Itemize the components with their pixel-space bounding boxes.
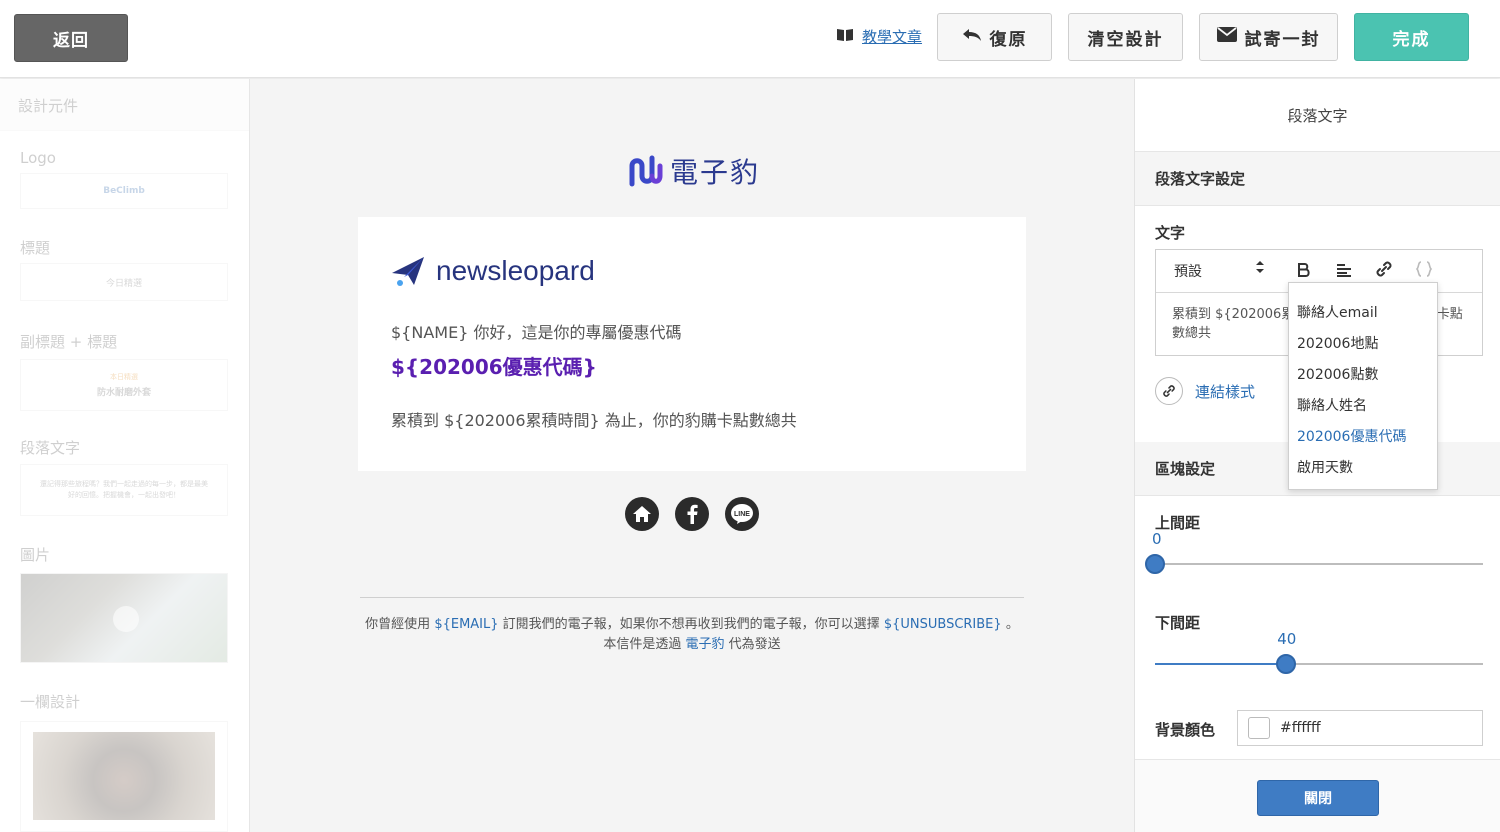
email-canvas: 電子豹 newsleopard ${NAME} 你好，這是你的專屬優惠代碼 ${…: [250, 79, 1134, 832]
footer-text-2: 訂閱我們的電子報，如果你不想再收到我們的電子報，你可以選擇: [502, 617, 880, 632]
palette-paragraph-block[interactable]: 還記得那些旅程嗎？我們一起走過的每一步，都是最美好的回憶。把握機會，一起出發吧！: [20, 464, 228, 516]
back-button[interactable]: 返回: [14, 14, 128, 62]
footer-text-4: 本信件是透過: [603, 637, 682, 652]
test-send-button[interactable]: 試寄一封: [1199, 13, 1338, 61]
palette-image-block[interactable]: [20, 573, 228, 663]
palette-heading-label: 標題: [20, 239, 51, 257]
bottom-padding-handle[interactable]: [1276, 654, 1297, 674]
panel-footer: 關閉: [1135, 759, 1500, 832]
link-style-option[interactable]: 連結樣式: [1155, 377, 1255, 405]
bg-color-input[interactable]: #ffffff: [1237, 710, 1483, 746]
merge-tag-option[interactable]: 202006優惠代碼: [1297, 426, 1406, 446]
footer-line-2: 本信件是透過 電子豹 代為發送: [350, 635, 1034, 655]
footer-brand-link[interactable]: 電子豹: [685, 637, 724, 652]
bg-color-label: 背景顏色: [1155, 721, 1216, 739]
tutorial-link-group[interactable]: 教學文章: [836, 26, 922, 47]
palette-subheading-sample: 防水耐磨外套: [96, 388, 151, 398]
email-footer: 你曾經使用 ${EMAIL} 訂閱我們的電子報，如果你不想再收到我們的電子報，你…: [350, 615, 1034, 655]
palette-paragraph-label: 段落文字: [20, 439, 81, 457]
text-settings-section-header: 段落文字設定: [1135, 152, 1500, 206]
bold-icon[interactable]: [1284, 262, 1324, 281]
greeting-text: ${NAME} 你好，這是你的專屬優惠代碼: [391, 323, 682, 342]
test-send-label: 試寄一封: [1244, 29, 1321, 50]
footer-text-5: 代為發送: [728, 637, 781, 652]
palette-paragraph-sample: 還記得那些旅程嗎？我們一起走過的每一步，都是最美好的回憶。把握機會，一起出發吧！: [40, 480, 208, 499]
clear-design-label: 清空設計: [1087, 29, 1164, 50]
align-left-icon[interactable]: [1324, 262, 1364, 281]
merge-tag-option[interactable]: 202006點數: [1297, 364, 1378, 384]
palette-column-label: 一欄設計: [20, 693, 81, 711]
undo-label: 復原: [989, 29, 1028, 50]
merge-tag-dropdown: NAME 聯絡人email 202006地點 202006點數聯絡人姓名 202006優…: [1288, 282, 1438, 490]
image-icon: [113, 606, 139, 632]
line-icon[interactable]: LINE: [725, 497, 759, 531]
format-select-value: 預設: [1174, 264, 1202, 280]
palette-title: 設計元件: [0, 79, 249, 131]
top-padding-value: 0: [1152, 530, 1162, 548]
component-palette: 設計元件 Logo BeClimb 標題 今日精選 副標題 + 標題 本日精選 …: [0, 79, 250, 832]
social-links: LINE: [625, 497, 759, 531]
undo-button[interactable]: 復原: [937, 13, 1052, 61]
format-select[interactable]: 預設: [1174, 261, 1264, 281]
palette-logo-sample: BeClimb: [103, 186, 145, 196]
merge-tags-icon[interactable]: [1404, 261, 1444, 281]
clear-design-button[interactable]: 清空設計: [1068, 13, 1183, 61]
svg-text:LINE: LINE: [734, 511, 750, 518]
tutorial-link[interactable]: 教學文章: [862, 26, 922, 47]
merge-tag-option[interactable]: 聯絡人email: [1297, 302, 1378, 322]
coupon-code-text: ${202006優惠代碼}: [391, 355, 597, 379]
palette-column-image: [33, 732, 215, 820]
envelope-icon: [1216, 27, 1237, 47]
newsletter-logo: newsleopard: [390, 255, 595, 287]
bottom-padding-value: 40: [1277, 630, 1297, 648]
palette-column-block[interactable]: [20, 721, 228, 832]
merge-tag-option[interactable]: 聯絡人姓名: [1297, 395, 1367, 415]
top-toolbar: 返回 教學文章 復原 清空設計 試寄一封 完成: [0, 0, 1500, 78]
done-button[interactable]: 完成: [1354, 13, 1469, 61]
footer-text-3: 。: [1005, 617, 1019, 632]
paragraph-block-selected[interactable]: newsleopard ${NAME} 你好，這是你的專屬優惠代碼 ${2020…: [358, 217, 1026, 471]
newsletter-logo-text: newsleopard: [436, 255, 595, 286]
merge-tag-option[interactable]: NAME: [1297, 283, 1338, 287]
bg-color-swatch[interactable]: [1248, 717, 1270, 739]
palette-subheading-small: 本日精選: [110, 373, 138, 381]
palette-logo-label: Logo: [20, 149, 56, 167]
top-padding-label: 上間距: [1155, 514, 1201, 532]
link-style-label: 連結樣式: [1195, 382, 1256, 401]
home-icon[interactable]: [625, 497, 659, 531]
footer-unsubscribe-variable[interactable]: ${UNSUBSCRIBE}: [884, 617, 1002, 632]
bottom-padding-slider[interactable]: [1155, 654, 1483, 674]
merge-tag-option[interactable]: 202006地點: [1297, 333, 1378, 353]
close-button[interactable]: 關閉: [1257, 780, 1379, 816]
bottom-padding-fill: [1155, 663, 1287, 665]
palette-heading-block[interactable]: 今日精選: [20, 263, 228, 301]
footer-text-1: 你曾經使用: [365, 617, 431, 632]
bg-color-value: #ffffff: [1280, 720, 1321, 736]
accumulated-points-text: 累積到 ${202006累積時間} 為止，你的豹購卡點數總共: [391, 411, 797, 430]
merge-tag-option[interactable]: 啟用天數: [1297, 457, 1353, 477]
text-label: 文字: [1155, 224, 1186, 242]
link-icon[interactable]: [1364, 260, 1404, 282]
palette-heading-sample: 今日精選: [105, 278, 142, 289]
footer-line-1: 你曾經使用 ${EMAIL} 訂閱我們的電子報，如果你不想再收到我們的電子報，你…: [350, 615, 1034, 635]
bottom-padding-label: 下間距: [1155, 614, 1201, 632]
facebook-icon[interactable]: [675, 497, 709, 531]
brand-name: 電子豹: [670, 156, 761, 189]
footer-divider: [360, 597, 1024, 598]
brand-mark-icon: [629, 155, 663, 187]
palette-subheading-block[interactable]: 本日精選 防水耐磨外套: [20, 359, 228, 411]
top-padding-handle[interactable]: [1145, 554, 1165, 574]
palette-image-label: 圖片: [20, 546, 51, 564]
footer-email-variable: ${EMAIL}: [434, 617, 499, 632]
paper-plane-icon: [392, 257, 424, 286]
palette-logo-block[interactable]: BeClimb: [20, 173, 228, 209]
top-padding-slider[interactable]: [1145, 554, 1483, 574]
undo-arrow-icon: [962, 27, 982, 47]
select-arrows-icon: [1256, 261, 1264, 281]
book-icon: [836, 28, 854, 46]
link-circle-icon: [1155, 377, 1183, 405]
panel-title: 段落文字: [1135, 79, 1500, 152]
brand-logo[interactable]: 電子豹: [628, 151, 760, 191]
palette-subheading-label: 副標題 + 標題: [20, 333, 118, 351]
